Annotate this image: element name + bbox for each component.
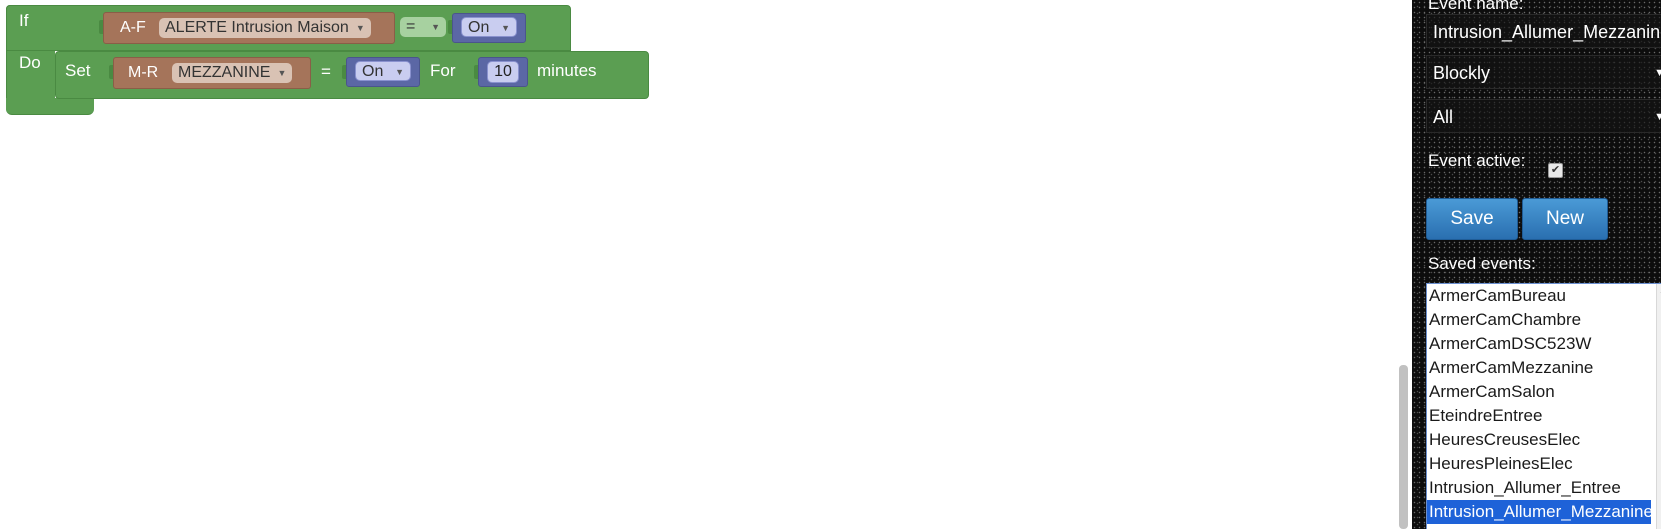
- if-keyword: If: [19, 11, 29, 30]
- action-device-dropdown[interactable]: MEZZANINE ▼: [172, 63, 293, 83]
- event-name-input[interactable]: Intrusion_Allumer_Mezzanine: [1426, 14, 1661, 48]
- list-item[interactable]: HeuresCreusesElec: [1427, 428, 1651, 452]
- action-value-block[interactable]: On ▼: [346, 57, 420, 87]
- dropdown-arrow-icon: ▼: [431, 22, 440, 32]
- dropdown-arrow-icon: ▼: [355, 23, 365, 33]
- action-value: On: [362, 63, 384, 80]
- event-scope-select[interactable]: All ▼: [1426, 99, 1661, 133]
- for-keyword: For: [430, 61, 456, 80]
- blockly-workspace[interactable]: If Do A-F ALERTE Intrusion Maison ▼ = ▼ …: [0, 0, 1395, 529]
- event-name-label: Event name:: [1428, 0, 1524, 13]
- list-item[interactable]: ArmerCamBureau: [1427, 284, 1651, 308]
- dropdown-arrow-icon: ▼: [501, 23, 510, 33]
- list-item[interactable]: ArmerCamSalon: [1427, 380, 1651, 404]
- list-item[interactable]: Intrusion_Allumer_Entree: [1427, 476, 1651, 500]
- do-keyword: Do: [19, 53, 41, 72]
- event-active-label: Event active:: [1428, 151, 1526, 170]
- action-device-block[interactable]: M-R MEZZANINE ▼: [113, 57, 311, 89]
- list-item-selected[interactable]: Intrusion_Allumer_Mezzanine: [1427, 500, 1651, 524]
- saved-events-label: Saved events:: [1428, 254, 1536, 273]
- list-item[interactable]: ArmerCamChambre: [1427, 308, 1651, 332]
- condition-device-type: A-F: [120, 19, 146, 36]
- duration-unit: minutes: [537, 61, 597, 80]
- event-type-value: Blockly: [1433, 63, 1491, 83]
- condition-device-dropdown[interactable]: ALERTE Intrusion Maison ▼: [159, 18, 371, 38]
- event-scope-value: All: [1433, 107, 1454, 127]
- select-caret-icon: ▼: [1654, 56, 1661, 88]
- condition-value: On: [468, 19, 490, 36]
- list-item[interactable]: HeuresPleinesElec: [1427, 452, 1651, 476]
- condition-value-dropdown[interactable]: On ▼: [461, 17, 517, 37]
- select-caret-icon: ▼: [1654, 100, 1661, 132]
- operator-value: =: [406, 18, 416, 35]
- condition-value-block[interactable]: On ▼: [452, 13, 526, 43]
- dropdown-arrow-icon: ▼: [395, 67, 404, 77]
- event-sidebar: Event name: Intrusion_Allumer_Mezzanine …: [1412, 0, 1661, 529]
- dropdown-arrow-icon: ▼: [277, 68, 287, 78]
- list-item[interactable]: ArmerCamDSC523W: [1427, 332, 1651, 356]
- list-scrollbar[interactable]: ▲: [1656, 284, 1661, 529]
- set-keyword: Set: [65, 61, 91, 80]
- list-item[interactable]: EteindreEntree: [1427, 404, 1651, 428]
- condition-device-block[interactable]: A-F ALERTE Intrusion Maison ▼: [103, 12, 395, 44]
- duration-block[interactable]: 10: [478, 57, 528, 87]
- action-device-name: MEZZANINE: [178, 64, 271, 81]
- list-item[interactable]: ArmerCamMezzanine: [1427, 356, 1651, 380]
- duration-input[interactable]: 10: [487, 61, 519, 83]
- if-block-foot[interactable]: [6, 98, 94, 115]
- condition-device-name: ALERTE Intrusion Maison: [165, 19, 349, 36]
- event-active-checkbox[interactable]: ✔: [1548, 163, 1563, 178]
- new-button[interactable]: New: [1522, 198, 1608, 240]
- save-button[interactable]: Save: [1426, 198, 1518, 240]
- operator-dropdown[interactable]: = ▼: [400, 17, 446, 37]
- action-value-dropdown[interactable]: On ▼: [355, 61, 411, 81]
- action-device-type: M-R: [128, 64, 159, 81]
- equals-sign: =: [321, 62, 331, 81]
- page-scrollbar-thumb[interactable]: [1399, 365, 1408, 529]
- event-type-select[interactable]: Blockly ▼: [1426, 55, 1661, 89]
- saved-events-list[interactable]: ArmerCamBureau ArmerCamChambre ArmerCamD…: [1426, 283, 1661, 529]
